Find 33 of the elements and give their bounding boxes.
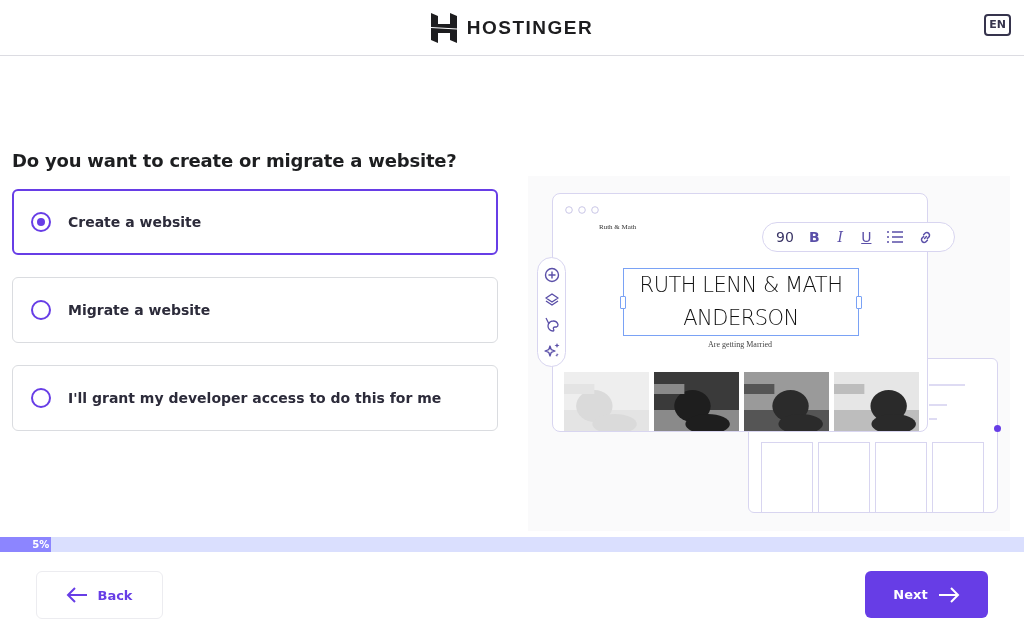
font-size-value[interactable]: 90 xyxy=(776,229,794,245)
next-button[interactable]: Next xyxy=(865,571,988,618)
radio-button[interactable] xyxy=(31,212,51,232)
radio-button[interactable] xyxy=(31,300,51,320)
arrow-right-icon xyxy=(937,586,960,603)
selected-text-box[interactable]: RUTH LENN & MATH ANDERSON xyxy=(623,268,859,336)
back-button[interactable]: Back xyxy=(36,571,163,619)
site-subtitle: Are getting Married xyxy=(707,340,773,349)
sparkle-icon[interactable] xyxy=(543,341,560,358)
window-controls-icon xyxy=(565,206,599,214)
option-label: Create a website xyxy=(68,214,202,230)
radio-button[interactable] xyxy=(31,388,51,408)
option-label: Migrate a website xyxy=(68,302,211,318)
option-label: I'll grant my developer access to do this for me xyxy=(68,390,442,406)
option-card[interactable]: Migrate a website xyxy=(12,277,498,343)
option-card[interactable]: Create a website xyxy=(12,189,498,255)
option-card[interactable]: I'll grant my developer access to do this for me xyxy=(12,365,498,431)
language-button[interactable]: EN xyxy=(984,14,1011,36)
brand-name: HOSTINGER xyxy=(466,16,594,39)
palette-icon[interactable] xyxy=(543,316,560,333)
layers-icon[interactable] xyxy=(543,291,560,308)
underline-button[interactable]: U xyxy=(860,229,872,245)
add-icon[interactable] xyxy=(543,266,560,283)
handle-dot xyxy=(994,425,1001,432)
bold-button[interactable]: B xyxy=(808,229,820,245)
resize-handle[interactable] xyxy=(620,296,626,309)
logo-icon xyxy=(430,12,457,43)
resize-handle[interactable] xyxy=(856,296,862,309)
arrow-left-icon xyxy=(66,587,89,603)
question-heading: Do you want to create or migrate a website? xyxy=(12,150,458,171)
list-icon[interactable] xyxy=(886,230,903,244)
italic-button[interactable]: I xyxy=(834,229,846,245)
progress-label: 5% xyxy=(32,539,50,550)
